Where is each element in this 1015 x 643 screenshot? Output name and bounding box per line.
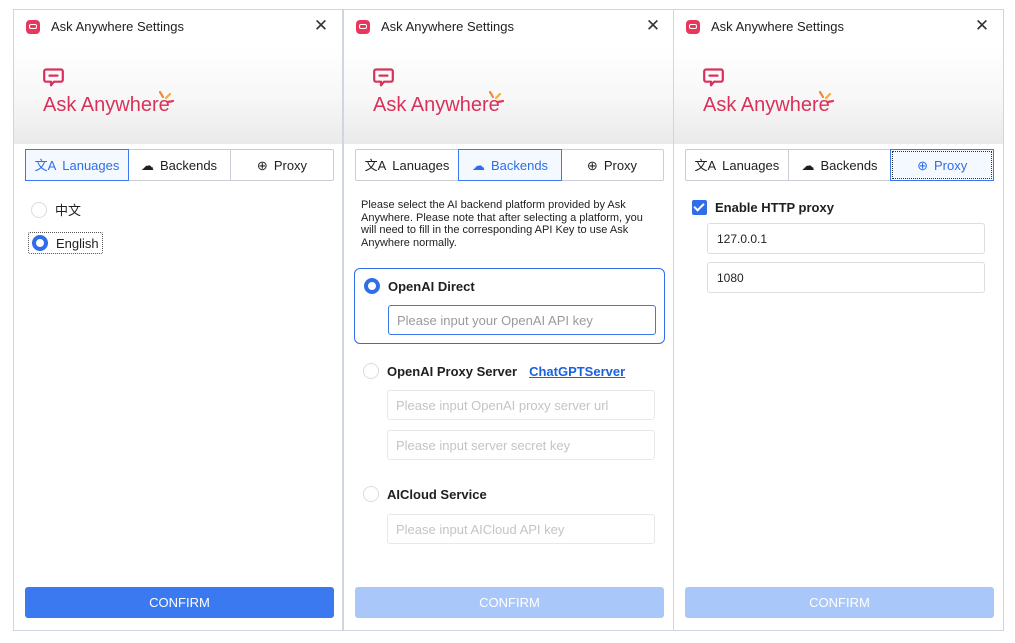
header-banner: Ask Anywhere bbox=[674, 44, 1003, 144]
option-header[interactable]: OpenAI Proxy Server ChatGPTServer bbox=[363, 363, 625, 379]
globe-icon: ⊕ bbox=[256, 157, 268, 173]
spark-icon bbox=[488, 90, 505, 104]
close-icon[interactable]: ✕ bbox=[312, 16, 330, 36]
globe-icon: ⊕ bbox=[586, 157, 598, 173]
radio-button[interactable] bbox=[31, 201, 47, 218]
confirm-button[interactable]: CONFIRM bbox=[685, 587, 994, 618]
tab-backends[interactable]: ☁ Backends bbox=[789, 150, 892, 180]
chat-bubble-icon bbox=[373, 68, 394, 87]
option-label: OpenAI Direct bbox=[388, 278, 475, 294]
brand-name: Ask Anywhere bbox=[703, 94, 830, 116]
app-icon bbox=[356, 20, 370, 34]
chatgptserver-link[interactable]: ChatGPTServer bbox=[529, 364, 625, 379]
translate-icon: 文A bbox=[694, 157, 717, 173]
option-header[interactable]: OpenAI Direct bbox=[364, 278, 475, 294]
language-label: English bbox=[56, 235, 99, 251]
brand-name: Ask Anywhere bbox=[373, 94, 500, 116]
checkbox-label: Enable HTTP proxy bbox=[715, 200, 834, 215]
backend-option-openai-direct[interactable]: OpenAI Direct bbox=[354, 268, 665, 344]
settings-window-proxy: Ask Anywhere Settings ✕ Ask Anywhere 文A … bbox=[673, 9, 1004, 631]
tab-label: Lanuages bbox=[722, 157, 780, 173]
tab-proxy[interactable]: ⊕ Proxy bbox=[231, 150, 333, 180]
close-icon[interactable]: ✕ bbox=[644, 16, 662, 36]
confirm-button[interactable]: CONFIRM bbox=[25, 587, 334, 618]
globe-icon: ⊕ bbox=[917, 157, 929, 173]
cloud-icon: ☁ bbox=[471, 157, 485, 173]
tab-bar: 文A Lanuages ☁ Backends ⊕ Proxy bbox=[685, 149, 995, 181]
translate-icon: 文A bbox=[34, 157, 57, 173]
language-option-english[interactable]: English bbox=[28, 232, 103, 254]
window-title: Ask Anywhere Settings bbox=[711, 19, 844, 34]
backend-description: Please select the AI backend platform pr… bbox=[361, 199, 643, 249]
tab-languages[interactable]: 文A Lanuages bbox=[686, 150, 789, 180]
title-bar: Ask Anywhere Settings ✕ bbox=[14, 10, 342, 44]
brand-name: Ask Anywhere bbox=[43, 94, 170, 116]
checkbox[interactable] bbox=[692, 200, 707, 215]
tab-label: Proxy bbox=[273, 157, 308, 173]
tab-label: Backends bbox=[159, 157, 218, 173]
spark-icon bbox=[818, 90, 835, 104]
chat-bubble-icon bbox=[703, 68, 724, 87]
backend-option-aicloud[interactable]: AICloud Service bbox=[354, 477, 665, 553]
tab-label: Proxy bbox=[934, 157, 968, 173]
settings-window-languages: Ask Anywhere Settings ✕ Ask Anywhere 文A … bbox=[13, 9, 343, 631]
option-label: AICloud Service bbox=[387, 486, 487, 502]
tab-label: Proxy bbox=[603, 157, 638, 173]
title-bar: Ask Anywhere Settings ✕ bbox=[674, 10, 1003, 44]
tab-languages[interactable]: 文A Lanuages bbox=[25, 149, 129, 181]
tab-bar: 文A Lanuages ☁ Backends ⊕ Proxy bbox=[25, 149, 334, 181]
spark-icon bbox=[158, 90, 175, 104]
confirm-button[interactable]: CONFIRM bbox=[355, 587, 664, 618]
tab-languages[interactable]: 文A Lanuages bbox=[356, 150, 459, 180]
proxy-server-url-input[interactable] bbox=[387, 390, 655, 420]
app-icon bbox=[686, 20, 700, 34]
header-banner: Ask Anywhere bbox=[344, 44, 674, 144]
cloud-icon: ☁ bbox=[140, 157, 154, 173]
enable-proxy-checkbox[interactable]: Enable HTTP proxy bbox=[692, 200, 834, 215]
backend-option-proxy-server[interactable]: OpenAI Proxy Server ChatGPTServer bbox=[354, 354, 665, 464]
tab-bar: 文A Lanuages ☁ Backends ⊕ Proxy bbox=[355, 149, 664, 181]
aicloud-api-key-input[interactable] bbox=[387, 514, 655, 544]
tab-label: Lanuages bbox=[62, 157, 120, 173]
tab-label: Backends bbox=[820, 157, 878, 173]
window-title: Ask Anywhere Settings bbox=[51, 19, 184, 34]
header-banner: Ask Anywhere bbox=[14, 44, 342, 144]
close-icon[interactable]: ✕ bbox=[973, 16, 991, 36]
proxy-port-input[interactable] bbox=[707, 262, 985, 293]
language-option-chinese[interactable]: 中文 bbox=[31, 200, 81, 219]
tab-label: Lanuages bbox=[392, 157, 450, 173]
option-label: OpenAI Proxy Server bbox=[387, 363, 518, 379]
settings-window-backends: Ask Anywhere Settings ✕ Ask Anywhere 文A … bbox=[343, 9, 675, 631]
tab-label: Backends bbox=[490, 157, 549, 173]
tab-backends[interactable]: ☁ Backends bbox=[128, 150, 231, 180]
cloud-icon: ☁ bbox=[801, 157, 815, 173]
language-label: 中文 bbox=[55, 203, 82, 218]
tab-backends[interactable]: ☁ Backends bbox=[458, 149, 562, 181]
chat-bubble-icon bbox=[43, 68, 64, 87]
option-header[interactable]: AICloud Service bbox=[363, 486, 487, 502]
radio-button[interactable] bbox=[32, 235, 48, 251]
proxy-host-input[interactable] bbox=[707, 223, 985, 254]
radio-button[interactable] bbox=[364, 278, 380, 294]
tab-proxy[interactable]: ⊕ Proxy bbox=[561, 150, 663, 180]
server-secret-key-input[interactable] bbox=[387, 430, 655, 460]
title-bar: Ask Anywhere Settings ✕ bbox=[344, 10, 674, 44]
radio-button[interactable] bbox=[363, 363, 379, 379]
app-icon bbox=[26, 20, 40, 34]
openai-api-key-input[interactable] bbox=[388, 305, 656, 335]
tab-proxy[interactable]: ⊕ Proxy bbox=[890, 149, 995, 181]
translate-icon: 文A bbox=[364, 157, 387, 173]
window-title: Ask Anywhere Settings bbox=[381, 19, 514, 34]
radio-button[interactable] bbox=[363, 486, 379, 502]
